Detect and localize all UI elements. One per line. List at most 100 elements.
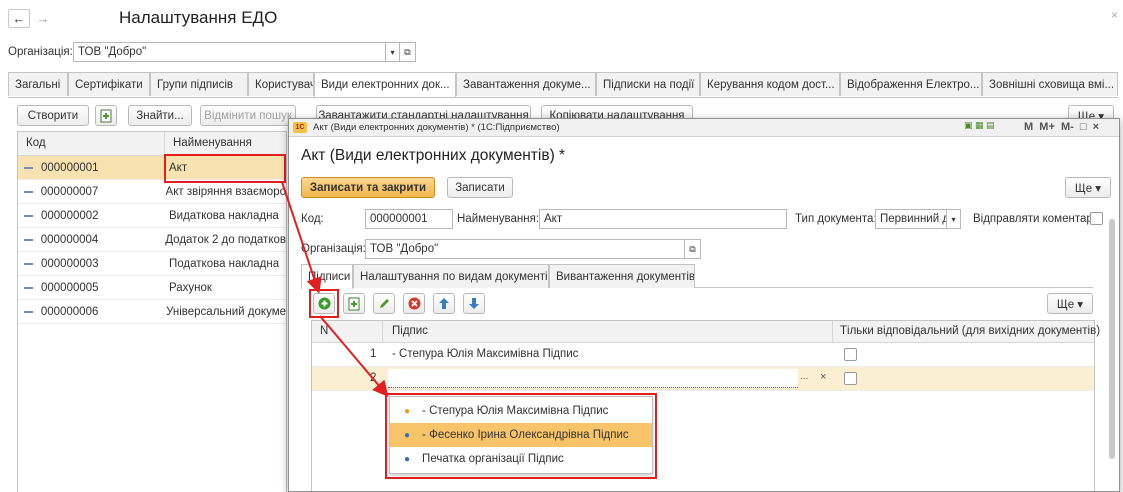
list-item[interactable]: 000000001 Акт [18,156,286,180]
app-logo-icon: 1C [293,122,307,133]
tab-export-docs[interactable]: Вивантаження документів [549,264,695,288]
only-responsible-checkbox[interactable] [844,348,857,361]
arrow-down-icon [469,298,479,309]
list-item[interactable]: 000000005 Рахунок [18,276,286,300]
list-item[interactable]: 000000004 Додаток 2 до податков [18,228,286,252]
dialog-titlebar: 1C Акт (Види електронних документів) * (… [289,119,1119,137]
tab-signature-groups[interactable]: Групи підписів [150,72,248,96]
code-label: Код: [301,213,324,225]
name-label: Найменування: [457,213,540,225]
list-item[interactable]: 000000006 Універсальний докуме [18,300,286,324]
dropdown-item[interactable]: ● - Фесенко Ірина Олександрівна Підпис [390,423,652,447]
find-button[interactable]: Знайти... [128,105,192,126]
create-button[interactable]: Створити [17,105,89,126]
select-button[interactable]: ... [800,371,808,382]
window-controls[interactable]: M M+ M- □ × [1024,121,1099,133]
table-header: N Підпис Тільки відповідальний (для вихі… [312,321,1100,343]
send-comment-label: Відправляти коментар: [973,213,1096,225]
window-tool-icons[interactable]: ▣ ▦ ▤ [964,120,995,131]
move-down-button[interactable] [463,293,485,314]
item-icon [24,310,33,313]
tab-general[interactable]: Загальні [8,72,68,96]
copy-icon [348,297,360,310]
name-field[interactable]: Акт [539,209,787,229]
col-name: Найменування [173,137,252,149]
tab-signatures[interactable]: Підписи [301,264,353,289]
doctype-field[interactable]: Первинний д [875,209,947,229]
dropdown-item[interactable]: ● Печатка організації Підпис [390,447,652,471]
list-item[interactable]: 000000002 Видаткова накладна [18,204,286,228]
col-only-responsible: Тільки відповідальний (для вихідних доку… [840,325,1101,337]
plus-circle-icon [318,297,330,310]
dialog-scrollbar[interactable] [1109,219,1115,459]
open-icon[interactable]: ⧉ [685,239,701,259]
dialog-org-field[interactable]: ТОВ "Добро" [365,239,685,259]
close-icon[interactable]: × [1111,8,1118,22]
tab-users[interactable]: Користувачі [248,72,314,96]
dialog-heading: Акт (Види електронних документів) * [301,147,566,164]
tab-external-storage[interactable]: Зовнішні сховища вмі... [982,72,1118,96]
org-label: Організація: [8,46,73,58]
item-icon [24,166,33,169]
inner-tab-bar: Підписи Налаштування по видам документів… [301,264,1093,289]
col-n: N [320,325,329,337]
dialog-window: 1C Акт (Види електронних документів) * (… [288,118,1120,492]
only-responsible-checkbox[interactable] [844,372,857,385]
save-button[interactable]: Записати [447,177,513,198]
save-and-close-button[interactable]: Записати та закрити [301,177,435,198]
item-icon [24,262,33,265]
tab-access-code[interactable]: Керування кодом дост... [700,72,840,96]
item-icon [24,214,33,217]
clear-icon[interactable]: × [820,371,826,383]
list-header: Код Найменування [18,132,286,156]
table-more-button[interactable]: Ще ▾ [1047,293,1093,314]
dialog-more-button[interactable]: Ще ▾ [1065,177,1111,198]
dropdown-item[interactable]: ● - Степура Юлія Максимівна Підпис [390,399,652,423]
pencil-icon [379,299,389,308]
copy-icon[interactable] [95,105,117,126]
signature-input[interactable] [388,369,798,388]
code-field[interactable]: 000000001 [365,209,453,229]
copy-row-button[interactable] [343,293,365,314]
item-icon [24,238,33,241]
col-signature: Підпис [392,325,428,337]
user-icon: ● [404,453,411,465]
back-button[interactable]: ← [8,9,30,28]
page-title: Налаштування ЕДО [119,8,278,27]
add-row-button[interactable] [313,293,335,314]
delete-icon [408,297,420,310]
dialog-org-label: Організація: [301,243,366,255]
list-item[interactable]: 000000003 Податкова накладна [18,252,286,276]
open-icon[interactable]: ⧉ [400,42,416,62]
move-up-button[interactable] [433,293,455,314]
doctype-label: Тип документа: [795,213,877,225]
tab-event-subscriptions[interactable]: Підписки на події [596,72,700,96]
send-comment-checkbox[interactable] [1090,212,1103,225]
doc-types-list: Код Найменування 000000001 Акт 000000007 А… [17,131,287,492]
user-icon: ● [404,405,411,417]
tab-downloads[interactable]: Завантаження докуме... [456,72,596,96]
org-value: ТОВ "Добро" [78,46,147,58]
tab-display[interactable]: Відображення Електро... [840,72,982,96]
table-row[interactable]: 2 ... × [312,367,1094,391]
tab-edoc-types[interactable]: Види електронних док... [314,72,456,97]
forward-button[interactable]: → [32,9,54,28]
cancel-search-button[interactable]: Відмінити пошук [200,105,296,126]
user-icon: ● [404,429,411,441]
tab-bar: Загальні Сертифікати Групи підписів Кори… [8,72,1118,98]
delete-row-button[interactable] [403,293,425,314]
chevron-down-icon[interactable]: ▾ [947,209,961,229]
col-code: Код [26,137,46,149]
org-field[interactable]: ТОВ "Добро" [73,42,386,62]
edit-row-button[interactable] [373,293,395,314]
table-row[interactable]: 1 - Степура Юлія Максимівна Підпис [312,343,1094,367]
signature-dropdown: ● - Степура Юлія Максимівна Підпис ● - Ф… [389,396,653,474]
list-item[interactable]: 000000007 Акт звіряння взаєморо [18,180,286,204]
arrow-up-icon [439,298,449,309]
item-icon [24,190,33,193]
window-title: Акт (Види електронних документів) * (1С:… [313,122,560,133]
tab-settings-by-type[interactable]: Налаштування по видам документів [353,264,549,288]
tab-certificates[interactable]: Сертифікати [68,72,150,96]
item-icon [24,286,33,289]
chevron-down-icon[interactable]: ▾ [386,42,400,62]
